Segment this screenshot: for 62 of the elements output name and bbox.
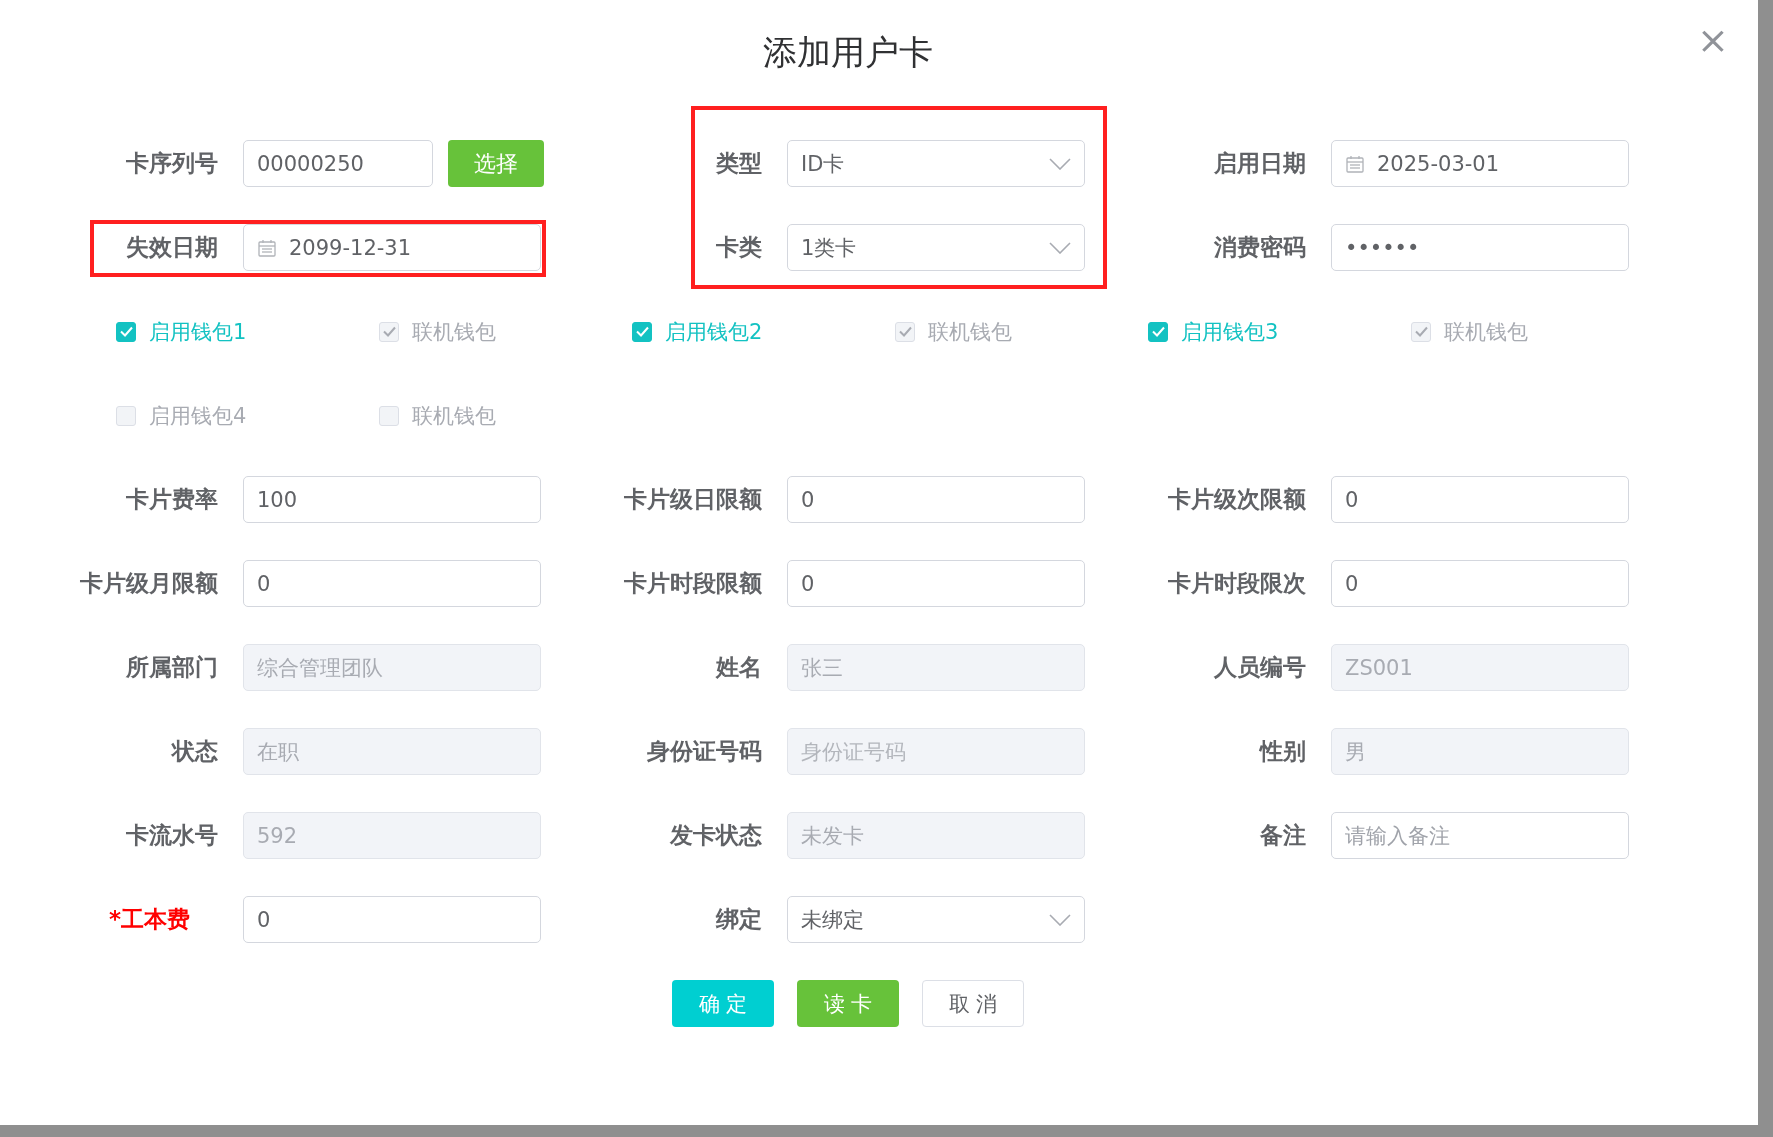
field-label: 类型 xyxy=(715,149,762,178)
select-field[interactable]: ID卡 xyxy=(787,140,1085,187)
select-field[interactable]: 1类卡 xyxy=(787,224,1085,271)
select-field[interactable]: 未绑定 xyxy=(787,896,1085,943)
field-label: 消费密码 xyxy=(1213,233,1306,262)
field-label: 性别 xyxy=(1258,737,1306,766)
field-label: 卡片时段限次 xyxy=(1167,569,1306,598)
field-label: 状态 xyxy=(170,737,218,766)
field-label: 启用日期 xyxy=(1213,149,1306,178)
check-icon xyxy=(898,326,912,337)
field-label: 卡片费率 xyxy=(125,485,218,514)
check-icon xyxy=(635,326,649,337)
input-field[interactable]: 0 xyxy=(243,560,541,607)
field-label: 卡片时段限额 xyxy=(623,569,762,598)
input-field[interactable]: 0 xyxy=(243,896,541,943)
chevron-down-icon xyxy=(1049,157,1071,170)
chevron-down-icon xyxy=(1049,241,1071,254)
check-icon xyxy=(1151,326,1165,337)
calendar-icon xyxy=(257,237,277,258)
input-field[interactable]: 00000250 xyxy=(243,140,433,187)
field-label: *工本费 xyxy=(107,905,191,934)
checkbox[interactable] xyxy=(1148,321,1168,342)
field-label: 绑定 xyxy=(714,905,762,934)
field-label: 所属部门 xyxy=(125,653,218,682)
checkbox-label: 联机钱包 xyxy=(412,318,496,346)
checkbox-label: 启用钱包2 xyxy=(665,318,763,346)
input-field[interactable]: 0 xyxy=(787,560,1085,607)
date-field[interactable]: 2025-03-01 xyxy=(1331,140,1629,187)
checkbox-label: 启用钱包3 xyxy=(1181,318,1279,346)
calendar-icon xyxy=(1345,153,1365,174)
checkbox[interactable] xyxy=(116,321,136,342)
check-icon xyxy=(1414,326,1428,337)
input-field[interactable]: 100 xyxy=(243,476,541,523)
field-label: 发卡状态 xyxy=(669,821,762,850)
checkbox-label: 启用钱包4 xyxy=(149,402,247,430)
field-label: 卡流水号 xyxy=(125,821,218,850)
field-label: 卡序列号 xyxy=(125,149,218,178)
field-label: 卡片级月限额 xyxy=(79,569,218,598)
close-button[interactable]: × xyxy=(1695,22,1731,58)
cancel-button[interactable]: 取 消 xyxy=(922,980,1024,1027)
check-icon xyxy=(119,326,133,337)
check-icon xyxy=(382,326,396,337)
checkbox-label: 联机钱包 xyxy=(1444,318,1528,346)
field-label: 姓名 xyxy=(714,653,762,682)
chevron-down-icon xyxy=(1049,913,1071,926)
dialog-title: 添加用户卡 xyxy=(762,31,934,74)
date-field[interactable]: 2099-12-31 xyxy=(243,224,541,271)
input-field[interactable]: 0 xyxy=(787,476,1085,523)
checkbox-label: 联机钱包 xyxy=(928,318,1012,346)
checkbox-label: 联机钱包 xyxy=(412,402,496,430)
checkbox[interactable] xyxy=(632,321,652,342)
field-label: 失效日期 xyxy=(125,233,218,262)
field-label: 身份证号码 xyxy=(646,737,762,766)
field-label: 备注 xyxy=(1259,821,1306,850)
checkbox-label: 启用钱包1 xyxy=(149,318,247,346)
field-label: 人员编号 xyxy=(1213,653,1306,682)
input-field[interactable]: 0 xyxy=(1331,560,1629,607)
field-label: 卡片级日限额 xyxy=(623,485,762,514)
field-label: 卡片级次限额 xyxy=(1167,485,1306,514)
input-field[interactable]: 0 xyxy=(1331,476,1629,523)
field-label: 卡类 xyxy=(715,233,762,262)
input-field[interactable]: •••••• xyxy=(1331,224,1629,271)
